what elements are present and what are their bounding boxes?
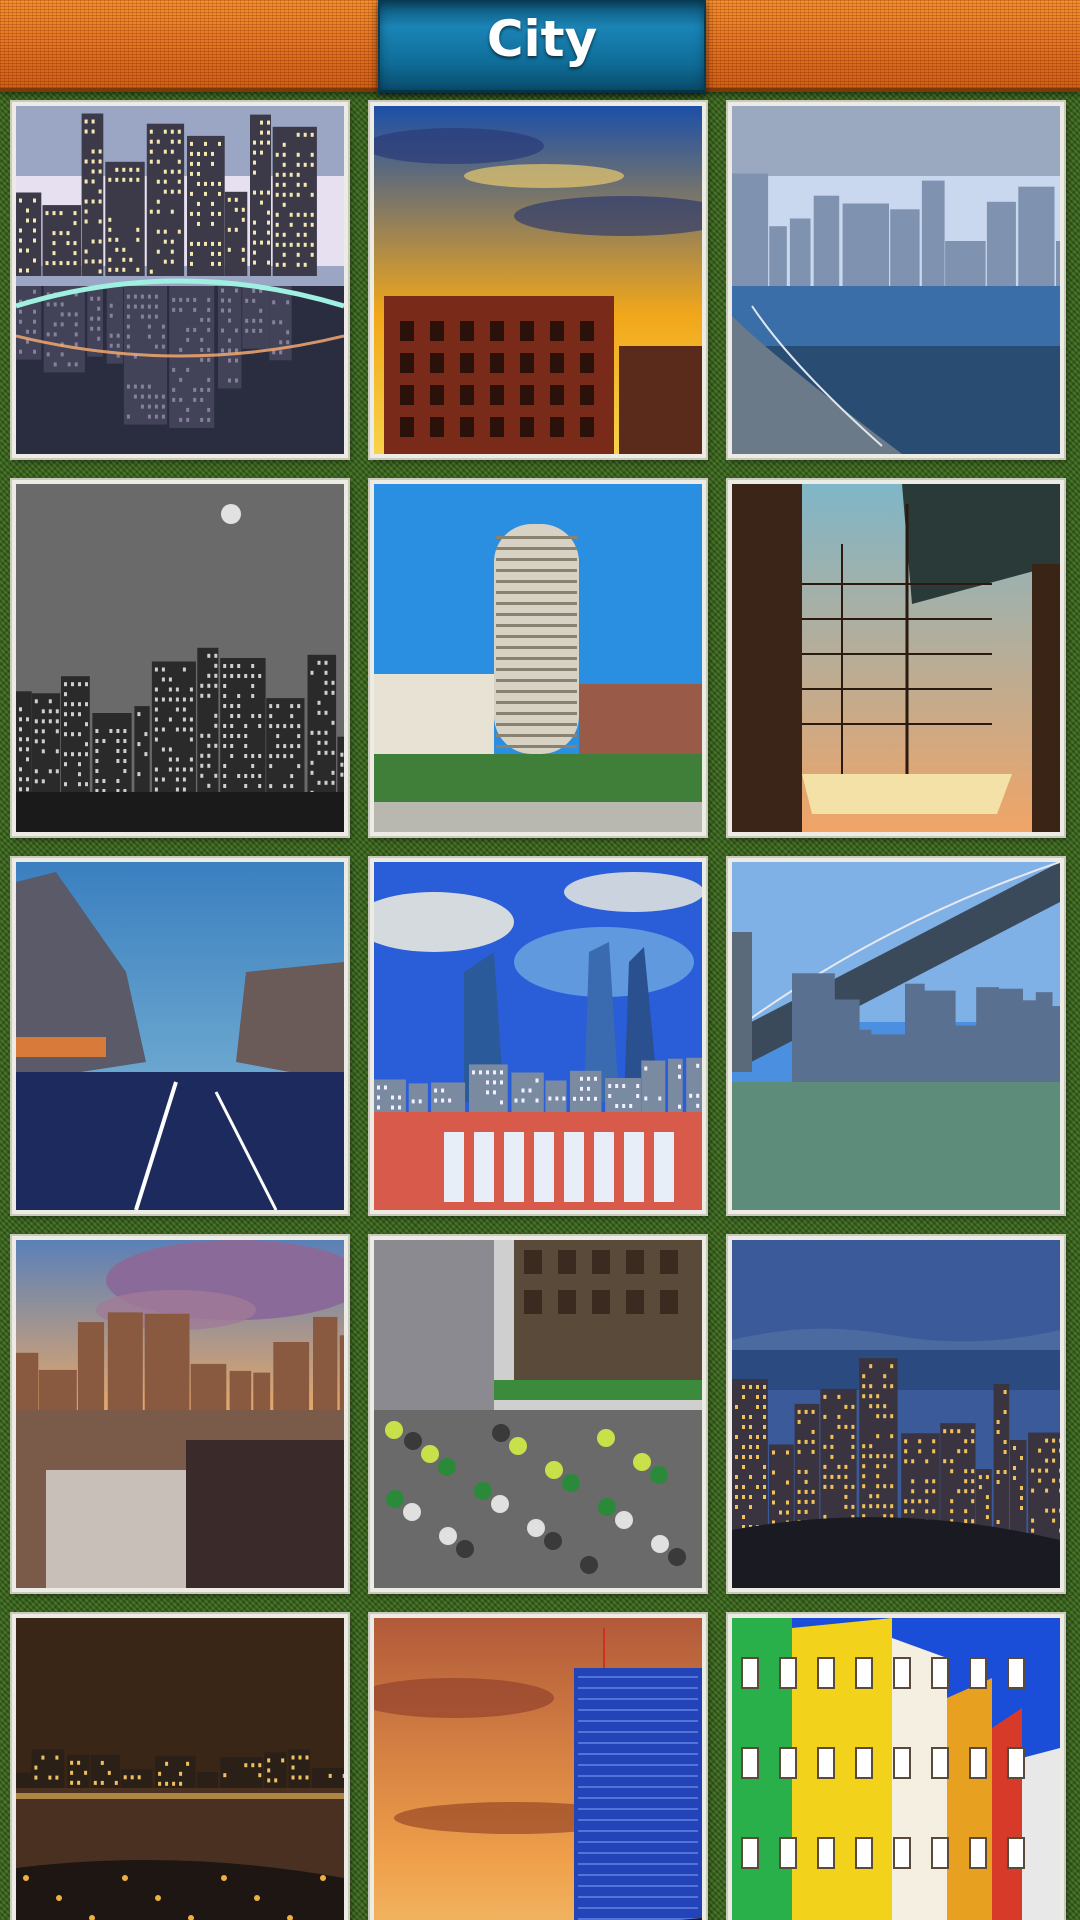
city-photo bbox=[732, 1618, 1060, 1920]
gallery-thumbnail[interactable] bbox=[728, 858, 1064, 1214]
page-title: City bbox=[486, 10, 598, 68]
gallery-thumbnail[interactable] bbox=[370, 1236, 706, 1592]
city-photo bbox=[732, 862, 1060, 1210]
city-photo bbox=[374, 106, 702, 454]
gallery-thumbnail[interactable] bbox=[12, 102, 348, 458]
city-photo bbox=[16, 862, 344, 1210]
city-photo bbox=[732, 484, 1060, 832]
city-photo bbox=[374, 484, 702, 832]
gallery-thumbnail[interactable] bbox=[370, 102, 706, 458]
city-photo bbox=[16, 106, 344, 454]
gallery-thumbnail[interactable] bbox=[370, 1614, 706, 1920]
gallery-thumbnail[interactable] bbox=[728, 1614, 1064, 1920]
city-photo bbox=[732, 1240, 1060, 1588]
city-photo bbox=[16, 484, 344, 832]
gallery-thumbnail[interactable] bbox=[12, 1236, 348, 1592]
gallery-thumbnail[interactable] bbox=[370, 480, 706, 836]
gallery-thumbnail[interactable] bbox=[12, 858, 348, 1214]
city-photo bbox=[374, 1240, 702, 1588]
title-tab: City bbox=[378, 0, 706, 93]
app-header: City bbox=[0, 0, 1080, 93]
image-grid bbox=[12, 102, 1068, 1920]
gallery-thumbnail[interactable] bbox=[728, 102, 1064, 458]
city-photo bbox=[16, 1240, 344, 1588]
city-photo bbox=[374, 862, 702, 1210]
gallery-thumbnail[interactable] bbox=[12, 480, 348, 836]
gallery-thumbnail[interactable] bbox=[370, 858, 706, 1214]
gallery-thumbnail[interactable] bbox=[12, 1614, 348, 1920]
gallery-thumbnail[interactable] bbox=[728, 1236, 1064, 1592]
city-photo bbox=[374, 1618, 702, 1920]
city-photo bbox=[732, 106, 1060, 454]
city-photo bbox=[16, 1618, 344, 1920]
gallery-thumbnail[interactable] bbox=[728, 480, 1064, 836]
